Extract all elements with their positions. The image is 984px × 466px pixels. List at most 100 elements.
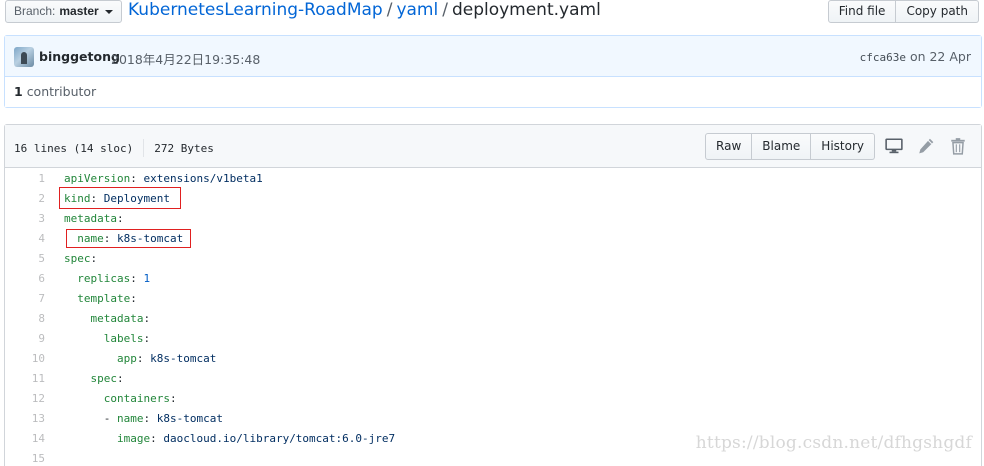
file-size: 272 Bytes: [154, 141, 214, 155]
raw-button[interactable]: Raw: [705, 133, 753, 160]
code-line: 2 kind: Deployment: [5, 188, 981, 208]
branch-name: master: [59, 4, 99, 18]
line-number[interactable]: 14: [5, 432, 45, 445]
yaml-key: containers: [103, 391, 170, 405]
line-number[interactable]: 12: [5, 392, 45, 405]
line-number[interactable]: 9: [5, 332, 45, 345]
line-content: name: k8s-tomcat: [64, 232, 183, 245]
breadcrumb-separator: /: [442, 0, 448, 20]
commit-date: on 22 Apr: [909, 49, 971, 64]
yaml-key: metadata: [90, 311, 144, 325]
line-content: replicas: 1: [64, 272, 150, 285]
code-line: 5 spec:: [5, 248, 981, 268]
file-nav-actions: Find file Copy path: [827, 0, 979, 23]
code-line: 11 spec:: [5, 368, 981, 388]
yaml-key: kind: [64, 191, 91, 205]
contributors-count: 1: [14, 84, 23, 99]
branch-select-button[interactable]: Branch: master: [5, 0, 122, 23]
line-content: kind: Deployment: [64, 191, 170, 205]
line-content: spec:: [64, 251, 98, 265]
breadcrumb: KubernetesLearning-RoadMap / yaml / deployme…: [128, 0, 601, 22]
code-line: 3 metadata:: [5, 208, 981, 228]
line-content: metadata:: [64, 311, 151, 325]
code-line: 13 - name: k8s-tomcat: [5, 408, 981, 428]
yaml-key: name: [77, 231, 104, 245]
commit-meta: cfca63e on 22 Apr: [860, 49, 971, 64]
find-file-button[interactable]: Find file: [827, 0, 897, 23]
yaml-value: extensions/v1beta1: [143, 171, 263, 185]
yaml-value: daocloud.io/library/tomcat:6.0-jre7: [163, 431, 396, 445]
line-content: metadata:: [64, 211, 124, 225]
line-content: spec:: [64, 372, 124, 385]
yaml-key: spec: [64, 251, 91, 265]
yaml-value: 1: [143, 271, 151, 285]
code-line: 6 replicas: 1: [5, 268, 981, 288]
yaml-key: template: [77, 291, 131, 305]
line-number[interactable]: 5: [5, 252, 45, 265]
contributors-label: contributor: [26, 84, 97, 99]
code-line: 8 metadata:: [5, 308, 981, 328]
line-indent: -: [64, 411, 117, 425]
watermark-text: https://blog.csdn.net/dfhgshgdf: [695, 433, 972, 453]
line-content: labels:: [64, 332, 150, 345]
yaml-value: k8s-tomcat: [150, 351, 217, 365]
line-content: app: k8s-tomcat: [64, 352, 216, 365]
trash-icon[interactable]: [949, 137, 967, 155]
line-number[interactable]: 1: [5, 172, 45, 185]
yaml-key: name: [116, 411, 144, 425]
breadcrumb-repo-link[interactable]: KubernetesLearning-RoadMap: [128, 0, 383, 20]
contributors-bar[interactable]: 1 contributor: [5, 77, 981, 107]
file-lines-info: 16 lines (14 sloc): [14, 141, 134, 155]
breadcrumb-separator: /: [386, 0, 393, 20]
blame-button[interactable]: Blame: [752, 133, 812, 160]
yaml-key: apiVersion: [64, 171, 131, 185]
line-number[interactable]: 7: [5, 292, 45, 305]
branch-label: Branch:: [14, 4, 56, 18]
line-number[interactable]: 3: [5, 212, 45, 225]
line-number[interactable]: 4: [5, 232, 45, 245]
line-content: - name: k8s-tomcat: [64, 411, 223, 425]
breadcrumb-folder-link[interactable]: yaml: [396, 0, 438, 20]
desktop-icon[interactable]: [885, 137, 903, 155]
copy-path-button[interactable]: Copy path: [896, 0, 979, 23]
history-button[interactable]: History: [811, 133, 875, 160]
yaml-key: replicas: [77, 271, 131, 285]
line-content: image: daocloud.io/library/tomcat:6.0-jr…: [64, 432, 395, 445]
code-line: 4 name: k8s-tomcat: [5, 228, 981, 248]
latest-commit: binggetong 2018年4月22日19:35:48 cfca63e on…: [5, 36, 981, 77]
yaml-key: labels: [103, 331, 144, 345]
line-content: containers:: [64, 392, 177, 405]
line-number[interactable]: 2: [5, 192, 45, 205]
line-number[interactable]: 10: [5, 352, 45, 365]
breadcrumb-file-name: deployment.yaml: [451, 0, 601, 20]
file-info: 16 lines (14 sloc) 272 Bytes: [14, 139, 214, 157]
line-content: template:: [64, 292, 137, 305]
commit-message-link[interactable]: 2018年4月22日19:35:48: [111, 49, 260, 68]
file-actions: Raw Blame History: [705, 133, 875, 160]
caret-down-icon: [104, 9, 113, 14]
code-line: 12 containers:: [5, 388, 981, 408]
line-number[interactable]: 6: [5, 272, 45, 285]
avatar[interactable]: [14, 47, 34, 67]
line-number[interactable]: 13: [5, 412, 45, 425]
pencil-icon[interactable]: [917, 137, 935, 155]
code-listing: 1 apiVersion: extensions/v1beta1 2 kind: De…: [5, 168, 981, 466]
line-number[interactable]: 15: [5, 452, 45, 465]
file-viewer: 16 lines (14 sloc) 272 Bytes Raw Blame H…: [4, 124, 982, 466]
line-number[interactable]: 11: [5, 372, 45, 385]
line-number[interactable]: 8: [5, 312, 45, 325]
commit-sha-link[interactable]: cfca63e: [860, 51, 906, 64]
line-content: apiVersion: extensions/v1beta1: [64, 171, 263, 185]
code-line: 9 labels:: [5, 328, 981, 348]
yaml-value: k8s-tomcat: [117, 231, 184, 245]
commit-author-link[interactable]: binggetong: [39, 49, 120, 64]
